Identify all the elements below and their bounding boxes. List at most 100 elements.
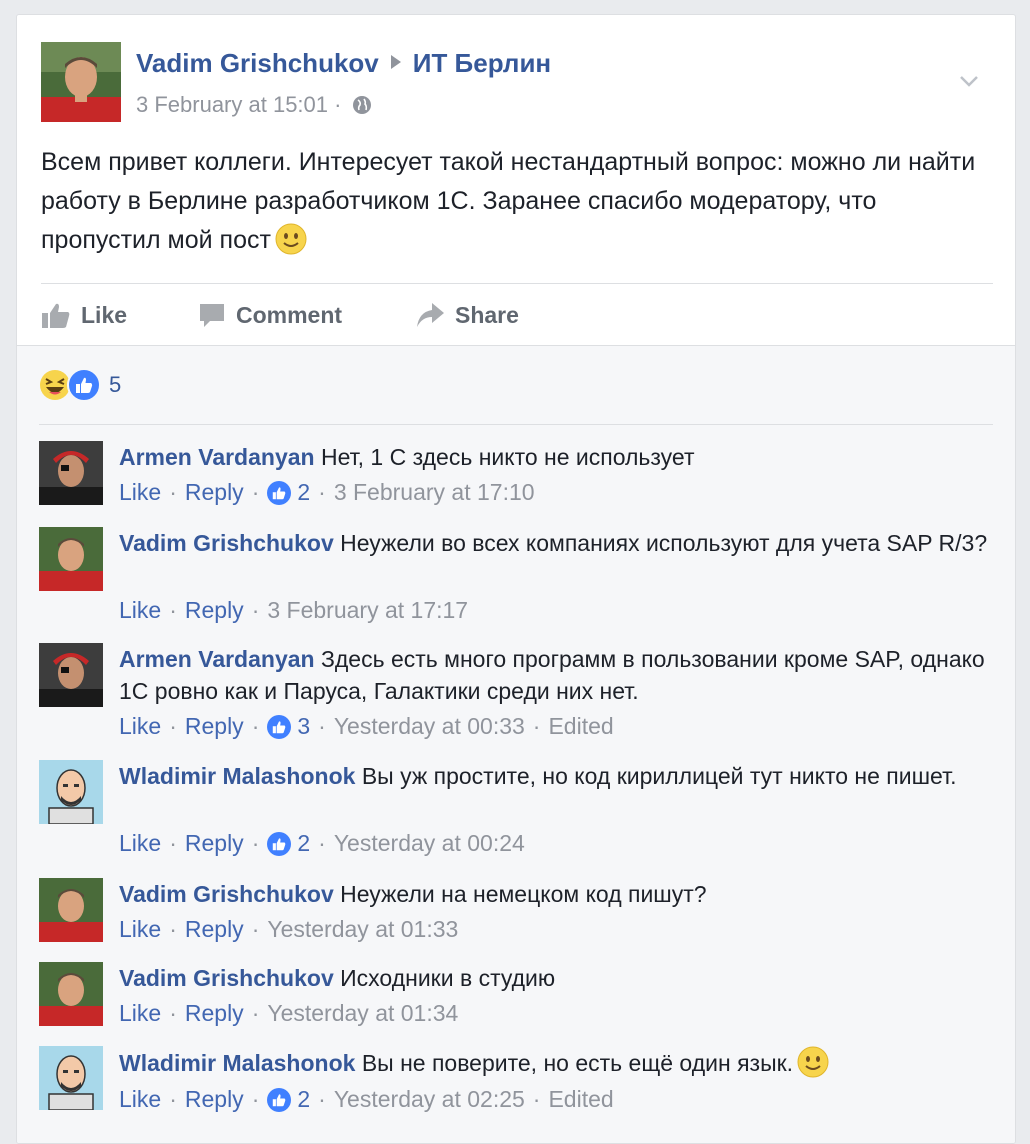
post-meta: 3 February at 15:01 · [136, 92, 372, 118]
comment-timestamp[interactable]: Yesterday at 00:33 [334, 713, 525, 740]
comment-text: Неужели во всех компаниях используют для… [340, 530, 988, 556]
meta-dot: · [318, 1086, 326, 1112]
comment-timestamp[interactable]: Yesterday at 02:25 [334, 1086, 525, 1113]
meta-dot: · [169, 1000, 177, 1026]
comment-button[interactable]: Comment [198, 295, 342, 335]
post-text-content: Всем привет коллеги. Интересует такой не… [41, 148, 976, 254]
comment-timestamp[interactable]: Yesterday at 00:24 [334, 830, 525, 857]
smile-emoji-icon [275, 223, 307, 255]
meta-dot: · [532, 713, 541, 739]
comment-text: Исходники в студию [340, 965, 556, 991]
like-count-icon[interactable] [267, 1087, 292, 1112]
commenter-avatar[interactable] [39, 527, 103, 591]
comment-like-link[interactable]: Like [119, 713, 161, 740]
commenter-name[interactable]: Wladimir Malashonok [119, 763, 355, 789]
post-group-name[interactable]: ИТ Берлин [413, 48, 551, 78]
meta-dot: · [318, 479, 326, 505]
comment-body: Wladimir Malashonok Вы уж простите, но к… [119, 760, 989, 792]
share-icon [417, 303, 444, 327]
comment-like-link[interactable]: Like [119, 1000, 161, 1027]
comment-timestamp[interactable]: Yesterday at 01:34 [267, 1000, 458, 1027]
meta-dot: · [169, 916, 177, 942]
post-text: Всем привет коллеги. Интересует такой не… [41, 143, 1001, 260]
comment-reply-link[interactable]: Reply [185, 597, 244, 624]
reactions-divider [39, 424, 993, 425]
comment-body: Vadim Grishchukov Исходники в студию [119, 962, 989, 994]
comment-meta: Like · Reply · 3 · Yesterday at 00:33 · Edit… [119, 713, 614, 740]
commenter-avatar[interactable] [39, 760, 103, 824]
comment-reply-link[interactable]: Reply [185, 1086, 244, 1113]
comment-meta: Like · Reply · 2 · Yesterday at 00:24 [119, 830, 525, 857]
comment-timestamp[interactable]: Yesterday at 01:33 [267, 916, 458, 943]
comment-reply-link[interactable]: Reply [185, 479, 244, 506]
share-button-label: Share [455, 301, 519, 328]
author-avatar[interactable] [41, 42, 121, 122]
meta-dot: · [318, 713, 326, 739]
comment-meta: Like · Reply · Yesterday at 01:33 [119, 916, 458, 943]
reactions-count: 5 [109, 372, 122, 397]
commenter-avatar[interactable] [39, 1046, 103, 1110]
like-count-icon[interactable] [267, 714, 292, 739]
smile-emoji-icon [797, 1046, 829, 1078]
actions-divider [41, 283, 993, 284]
commenter-name[interactable]: Vadim Grishchukov [119, 965, 334, 991]
comment-reply-link[interactable]: Reply [185, 1000, 244, 1027]
comment-body: Wladimir Malashonok Вы не поверите, но е… [119, 1046, 989, 1079]
comment-like-link[interactable]: Like [119, 916, 161, 943]
comment-like-link[interactable]: Like [119, 830, 161, 857]
commenter-name[interactable]: Armen Vardanyan [119, 444, 315, 470]
commenter-name[interactable]: Wladimir Malashonok [119, 1050, 355, 1076]
commenter-avatar[interactable] [39, 878, 103, 942]
comment-meta: Like · Reply · 2 · 3 February at 17:10 [119, 479, 535, 506]
comment-text: Нет, 1 С здесь никто не использует [320, 444, 695, 470]
comment-like-link[interactable]: Like [119, 479, 161, 506]
comment-edited-label[interactable]: Edited [548, 713, 613, 740]
meta-dot: · [251, 830, 260, 856]
like-count-icon[interactable] [267, 480, 292, 505]
comment-like-link[interactable]: Like [119, 1086, 161, 1113]
comment-like-count[interactable]: 2 [297, 479, 310, 506]
comment-like-count[interactable]: 2 [297, 1086, 310, 1113]
post-card: Vadim Grishchukov ИТ Берлин 3 February at… [16, 14, 1016, 1144]
like-reaction-icon [67, 368, 101, 402]
comment-reply-link[interactable]: Reply [185, 713, 244, 740]
like-count-icon[interactable] [267, 831, 292, 856]
reactions-summary[interactable]: 5 [39, 368, 121, 402]
globe-icon[interactable] [352, 95, 372, 115]
comment-button-label: Comment [236, 301, 343, 328]
commenter-name[interactable]: Vadim Grishchukov [119, 881, 334, 907]
comment-body: Vadim Grishchukov Неужели во всех компан… [119, 527, 989, 559]
meta-separator: · [334, 92, 342, 117]
meta-dot: · [318, 830, 326, 856]
comment-reply-link[interactable]: Reply [185, 916, 244, 943]
chevron-down-icon[interactable] [959, 74, 979, 88]
meta-dot: · [251, 1000, 260, 1026]
meta-dot: · [169, 479, 177, 505]
comment-like-link[interactable]: Like [119, 597, 161, 624]
meta-dot: · [532, 1086, 541, 1112]
commenter-avatar[interactable] [39, 441, 103, 505]
post-header: Vadim Grishchukov ИТ Берлин 3 February at… [41, 42, 991, 132]
meta-dot: · [251, 1086, 260, 1112]
comment-like-count[interactable]: 2 [297, 830, 310, 857]
comment-like-count[interactable]: 3 [297, 713, 310, 740]
comment-timestamp[interactable]: 3 February at 17:10 [334, 479, 535, 506]
comment-edited-label[interactable]: Edited [548, 1086, 613, 1113]
comment-body: Armen Vardanyan Нет, 1 С здесь никто не … [119, 441, 989, 473]
comment-timestamp[interactable]: 3 February at 17:17 [267, 597, 468, 624]
comment-reply-link[interactable]: Reply [185, 830, 244, 857]
comment-meta: Like · Reply · Yesterday at 01:34 [119, 1000, 458, 1027]
commenter-avatar[interactable] [39, 643, 103, 707]
commenter-name[interactable]: Armen Vardanyan [119, 646, 315, 672]
share-button[interactable]: Share [415, 295, 519, 335]
post-timestamp[interactable]: 3 February at 15:01 [136, 92, 328, 117]
commenter-name[interactable]: Vadim Grishchukov [119, 530, 334, 556]
comments-section: 5 Armen Vardanyan Нет, 1 С здесь никто н… [17, 345, 1015, 1143]
comment-meta: Like · Reply · 3 February at 17:17 [119, 597, 468, 624]
commenter-avatar[interactable] [39, 962, 103, 1026]
comment-body: Vadim Grishchukov Неужели на немецком ко… [119, 878, 989, 910]
meta-dot: · [169, 830, 177, 856]
post-author-name[interactable]: Vadim Grishchukov [136, 48, 379, 78]
like-button[interactable]: Like [41, 295, 127, 335]
thumbs-up-icon [42, 303, 70, 328]
